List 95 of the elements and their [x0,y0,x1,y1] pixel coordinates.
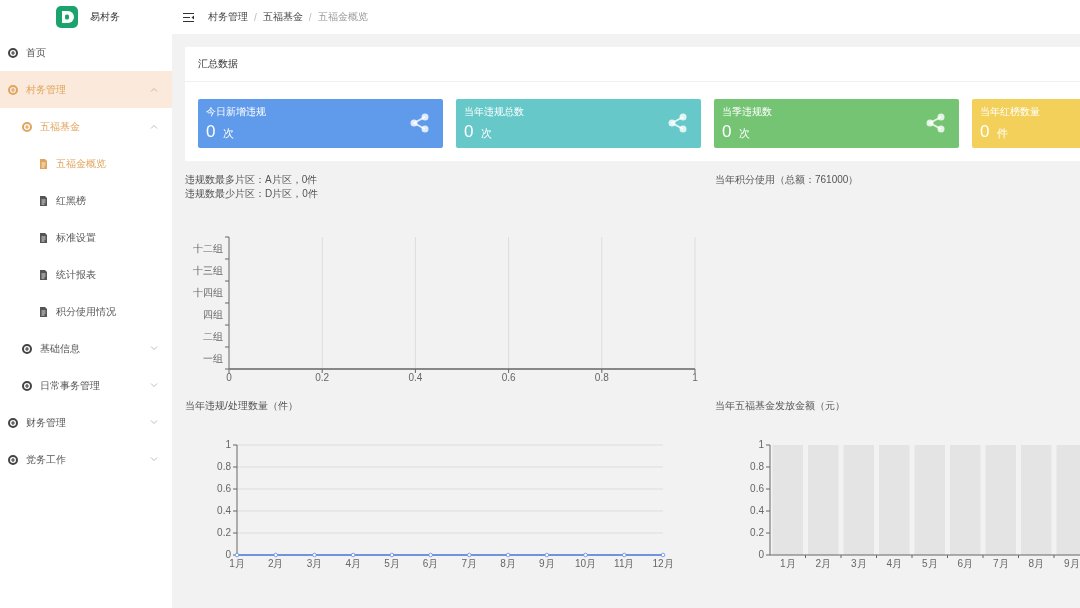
document-icon [39,306,48,317]
axis-label: 4月 [345,558,361,569]
stat-text: 违规数最少片区：D片区，0件 [185,187,319,201]
axis-label: 0.2 [750,527,764,538]
axis-label: 4月 [886,558,903,569]
axis-label: 0.4 [217,505,231,516]
sidebar-item[interactable]: 基础信息 [0,330,172,367]
share-icon [410,113,429,133]
card-value: 0 [206,122,216,142]
breadcrumb-link[interactable]: 五福基金 [262,10,303,24]
sidebar-item[interactable]: 日常事务管理 [0,367,172,404]
breadcrumb-separator: / [254,11,257,23]
card-title: 当年红榜数量 [980,105,1041,119]
sidebar-item[interactable]: 首页 [0,34,172,71]
card-title: 今日新增违规 [206,105,267,119]
axis-label: 十二组 [193,242,223,254]
card-unit: 次 [223,126,235,141]
panel-title: 汇总数据 [198,57,238,71]
axis-label: 0.4 [408,372,423,383]
card-unit: 次 [739,126,751,141]
menu-icon[interactable] [183,12,194,22]
logo-icon [56,6,78,28]
card-unit: 件 [997,126,1009,141]
axis-label: 3月 [306,558,323,569]
axis-label: 9月 [1063,558,1080,569]
document-icon [39,232,48,243]
axis-label: 十三组 [193,264,223,276]
document-icon [39,269,48,280]
plus-circle-icon [8,417,18,428]
axis-label: 一组 [203,352,223,364]
axis-label: 6月 [422,558,439,569]
axis-label: 1月 [779,558,796,569]
axis-label: 8月 [1028,558,1045,569]
axis-label: 0 [225,549,231,560]
breadcrumb-separator: / [308,11,312,23]
plus-circle-icon [8,454,18,465]
axis-label: 2月 [267,558,284,569]
axis-label: 5月 [921,558,938,569]
share-icon [668,113,687,133]
document-icon [39,158,48,169]
card-value: 0 [722,122,732,142]
axis-label: 3月 [850,558,867,569]
axis-label: 0.8 [750,461,764,472]
axis-label: 7月 [461,558,478,569]
stat-text: 违规数最多片区：A片区，0件 [185,173,319,187]
axis-label: 1月 [229,558,245,569]
sidebar-item[interactable]: 积分使用情况 [0,293,172,330]
axis-label: 0.8 [594,372,609,383]
chart-title: 当年五福基金发放金额（元） [715,399,846,413]
axis-label: 0.6 [217,483,231,494]
axis-label: 二组 [203,330,223,342]
card-value: 0 [980,122,990,142]
chart-title: 当年积分使用（总额：761000） [715,174,859,185]
plus-circle-icon [22,380,32,391]
card-unit: 次 [481,126,493,141]
document-icon [39,195,48,206]
breadcrumb-current: 五福金概览 [317,10,368,24]
axis-label: 0 [758,549,764,560]
axis-label: 6月 [957,558,974,569]
axis-label: 8月 [500,558,516,569]
plus-circle-icon [8,47,18,58]
sidebar-item[interactable]: 统计报表 [0,256,172,293]
axis-label: 0.6 [501,372,516,383]
axis-label: 0.2 [315,372,330,383]
sidebar-item[interactable]: 标准设置 [0,219,172,256]
plus-circle-icon [22,121,32,132]
axis-label: 12月 [652,558,674,569]
share-icon [926,113,945,133]
plus-circle-icon [8,84,18,95]
axis-label: 1 [692,372,698,383]
sidebar-item[interactable]: 红黑榜 [0,182,172,219]
axis-label: 1 [225,439,231,450]
axis-label: 0 [226,372,232,383]
axis-label: 10月 [575,558,597,569]
chart-title: 当年违规/处理数量（件） [185,399,299,413]
breadcrumb-link[interactable]: 村务管理 [208,10,248,24]
sidebar-item[interactable]: 财务管理 [0,404,172,441]
sidebar-item[interactable]: 党务工作 [0,441,172,478]
axis-label: 0.6 [750,483,764,494]
app-name: 易村务 [90,10,120,24]
axis-label: 十四组 [193,286,223,298]
axis-label: 5月 [384,558,400,569]
axis-label: 11月 [614,558,635,569]
axis-label: 2月 [815,558,832,569]
card-title: 当年违规总数 [464,105,525,119]
axis-label: 0.4 [750,505,764,516]
axis-label: 0.8 [217,461,231,472]
axis-label: 1 [758,439,764,450]
card-title: 当季违规数 [722,105,773,119]
axis-label: 7月 [992,558,1009,569]
plus-circle-icon [22,343,32,354]
axis-label: 四组 [203,308,223,320]
axis-label: 0.2 [217,527,231,538]
card-value: 0 [464,122,474,142]
axis-label: 9月 [539,558,555,569]
